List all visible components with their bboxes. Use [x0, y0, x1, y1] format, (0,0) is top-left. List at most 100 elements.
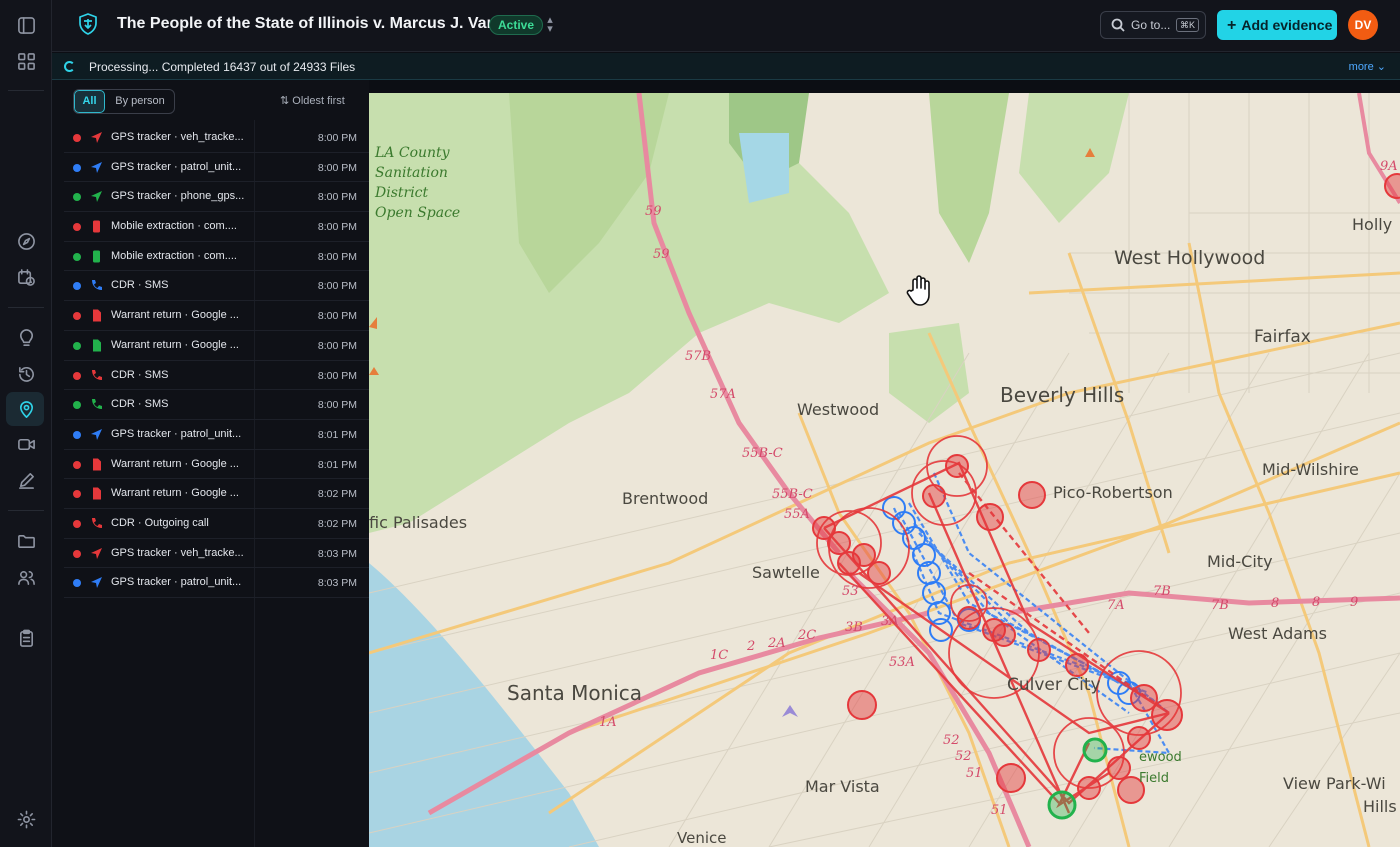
evidence-label: GPS tracker · patrol_unit... — [111, 576, 242, 589]
people-icon[interactable] — [14, 565, 38, 589]
filter-all-tab[interactable]: All — [74, 90, 105, 113]
processing-status-text: Processing... Completed 16437 out of 249… — [89, 60, 356, 74]
exit-label: 53 — [842, 584, 859, 599]
evidence-row[interactable]: Mobile extraction · com.... 8:00 PM — [64, 242, 369, 272]
evidence-rows: GPS tracker · veh_tracke... 8:00 PM GPS tr… — [64, 123, 369, 598]
evidence-row[interactable]: GPS tracker · veh_tracke... 8:03 PM — [64, 539, 369, 569]
map-canvas[interactable] — [369, 93, 1400, 847]
evidence-label: Mobile extraction · com.... — [111, 220, 237, 233]
evidence-label: CDR · SMS — [111, 398, 169, 411]
loading-spinner-icon — [64, 61, 75, 72]
place-label: Culver City — [1007, 675, 1101, 695]
add-evidence-label: Add evidence — [1241, 17, 1333, 33]
app-logo-icon[interactable] — [78, 13, 98, 35]
evidence-label: CDR · SMS — [111, 368, 169, 381]
evidence-row[interactable]: GPS tracker · phone_gps... 8:00 PM — [64, 182, 369, 213]
folder-icon[interactable] — [14, 529, 38, 553]
user-avatar[interactable]: DV — [1348, 10, 1378, 40]
document-icon — [90, 458, 103, 471]
history-icon[interactable] — [14, 362, 38, 386]
more-link[interactable]: more ⌄ — [1349, 60, 1386, 73]
evidence-row[interactable]: Mobile extraction · com.... 8:00 PM — [64, 212, 369, 242]
person-color-dot — [73, 252, 81, 261]
evidence-row[interactable]: GPS tracker · patrol_unit... 8:00 PM — [64, 153, 369, 183]
calendar-clock-icon[interactable] — [14, 265, 38, 289]
person-color-dot — [73, 282, 81, 291]
evidence-label: GPS tracker · veh_tracke... — [111, 131, 244, 143]
evidence-time: 8:00 PM — [317, 191, 357, 204]
evidence-row[interactable]: Warrant return · Google ... 8:00 PM — [64, 301, 369, 331]
evidence-row[interactable]: GPS tracker · veh_tracke... 8:00 PM — [64, 123, 369, 153]
goto-search-button[interactable]: Go to... ⌘K — [1100, 11, 1206, 39]
filter-by-person-tab[interactable]: By person — [106, 90, 174, 113]
settings-gear-icon[interactable] — [14, 807, 38, 831]
place-label: West Hollywood — [1114, 247, 1266, 269]
evidence-time: 8:00 PM — [317, 310, 357, 323]
exit-label: 55A — [784, 507, 810, 522]
exit-label: 59 — [645, 204, 662, 219]
evidence-row[interactable]: CDR · SMS 8:00 PM — [64, 271, 369, 302]
exit-label: 9 — [1350, 595, 1359, 610]
rail-divider — [8, 307, 44, 308]
rail-divider — [8, 90, 44, 91]
navigation-arrow-icon — [90, 576, 103, 589]
evidence-time: 8:01 PM — [317, 458, 357, 471]
evidence-row[interactable]: Warrant return · Google ... 8:02 PM — [64, 479, 369, 509]
person-color-dot — [73, 401, 81, 410]
pen-icon[interactable] — [14, 468, 38, 492]
evidence-row[interactable]: GPS tracker · patrol_unit... 8:03 PM — [64, 568, 369, 598]
map-pin-icon[interactable] — [14, 397, 38, 421]
exit-label: 8 — [1271, 596, 1280, 611]
evidence-time: 8:03 PM — [317, 547, 357, 560]
exit-label: 51 — [991, 803, 1008, 818]
phone-handset-icon — [90, 279, 103, 292]
evidence-row[interactable]: CDR · SMS 8:00 PM — [64, 361, 369, 391]
person-color-dot — [73, 134, 81, 142]
sidebar-toggle-icon[interactable] — [14, 13, 38, 37]
evidence-label: Mobile extraction · com.... — [111, 249, 237, 262]
exit-label: 57A — [710, 387, 736, 402]
dashboard-grid-icon[interactable] — [14, 49, 38, 73]
exit-label: 51 — [966, 766, 983, 781]
place-label: ewood — [1139, 750, 1182, 765]
exit-label: 52 — [943, 733, 960, 748]
place-label: West Adams — [1228, 624, 1327, 643]
evidence-time: 8:00 PM — [317, 369, 357, 382]
evidence-row[interactable]: Warrant return · Google ... 8:01 PM — [64, 450, 369, 480]
exit-label: 7A — [1107, 598, 1125, 613]
evidence-row[interactable]: CDR · Outgoing call 8:02 PM — [64, 509, 369, 539]
evidence-row[interactable]: GPS tracker · patrol_unit... 8:01 PM — [64, 420, 369, 450]
exit-label: 1A — [599, 715, 617, 730]
compass-icon[interactable] — [14, 229, 38, 253]
navigation-arrow-icon — [90, 161, 103, 174]
exit-label: 8 — [1312, 595, 1321, 610]
place-label: Brentwood — [622, 489, 709, 508]
person-color-dot — [73, 163, 81, 172]
case-switcher-chevron-icon[interactable]: ▴ ▾ — [545, 15, 555, 35]
map-view[interactable]: LA County Sanitation District Open Space We… — [369, 93, 1400, 847]
processing-banner: Processing... Completed 16437 out of 249… — [52, 53, 1400, 80]
video-camera-icon[interactable] — [14, 432, 38, 456]
navigation-arrow-icon — [90, 190, 103, 203]
exit-label: 53A — [889, 655, 915, 670]
document-icon — [90, 487, 103, 500]
clipboard-icon[interactable] — [14, 626, 38, 650]
evidence-row[interactable]: CDR · SMS 8:00 PM — [64, 390, 369, 420]
navigation-arrow-icon — [90, 131, 103, 144]
add-evidence-button[interactable]: + Add evidence — [1217, 10, 1337, 40]
place-label: Holly — [1352, 215, 1393, 234]
phone-device-icon — [90, 220, 103, 233]
lightbulb-icon[interactable] — [14, 326, 38, 350]
phone-handset-icon — [90, 517, 103, 530]
exit-label: 55B-C — [772, 487, 813, 502]
sort-button[interactable]: ⇅ Oldest first — [280, 94, 345, 107]
evidence-label: GPS tracker · phone_gps... — [111, 190, 245, 203]
place-label: Mar Vista — [805, 777, 880, 796]
plus-icon: + — [1227, 17, 1237, 34]
place-label: View Park-Wi — [1283, 774, 1386, 793]
phone-handset-icon — [90, 369, 103, 382]
exit-label: 3B — [845, 620, 863, 635]
evidence-row[interactable]: Warrant return · Google ... 8:00 PM — [64, 331, 369, 361]
person-color-dot — [73, 430, 81, 439]
person-color-dot — [73, 193, 81, 202]
